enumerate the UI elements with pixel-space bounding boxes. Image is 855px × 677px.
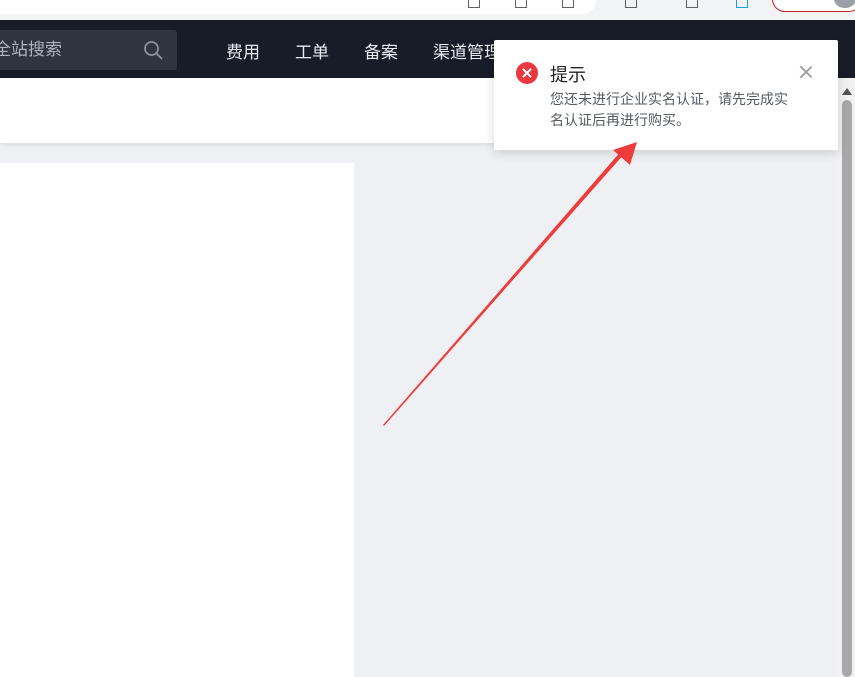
close-icon[interactable] <box>798 64 814 80</box>
nav-item-tickets[interactable]: 工单 <box>295 38 329 63</box>
scrollbar[interactable] <box>838 78 855 677</box>
notification-message: 您还未进行企业实名认证，请先完成实名认证后再进行购买。 <box>550 92 788 129</box>
sync-icon[interactable] <box>736 0 748 8</box>
nav-item-channel[interactable]: 渠道管理 <box>433 38 501 63</box>
annotation-arrow-shaft <box>383 150 625 426</box>
nav-item-filing[interactable]: 备案 <box>364 38 398 63</box>
bookmark-icon[interactable] <box>625 0 637 8</box>
page: 费用 工单 备案 渠道管理 提示 您还未进行企业实名认证，请先完成实名认证后再进… <box>0 0 855 677</box>
nav-item-billing[interactable]: 费用 <box>226 38 260 63</box>
notification-title: 提示 <box>550 65 586 86</box>
translate-icon[interactable] <box>468 0 480 8</box>
content-panel <box>0 163 354 677</box>
scroll-up-arrow-icon[interactable] <box>842 88 852 95</box>
error-notification: 提示 您还未进行企业实名认证，请先完成实名认证后再进行购买。 <box>494 40 838 150</box>
error-icon <box>516 62 538 84</box>
browser-toolbar-area <box>0 0 596 14</box>
extension-icon[interactable] <box>562 0 574 8</box>
reader-icon[interactable] <box>515 0 527 8</box>
search-icon[interactable] <box>143 40 163 60</box>
search-input[interactable] <box>0 30 140 70</box>
scrollbar-thumb[interactable] <box>842 100 852 677</box>
search-box <box>0 30 177 70</box>
browser-toolbar <box>0 0 855 20</box>
share-icon[interactable] <box>686 0 698 8</box>
